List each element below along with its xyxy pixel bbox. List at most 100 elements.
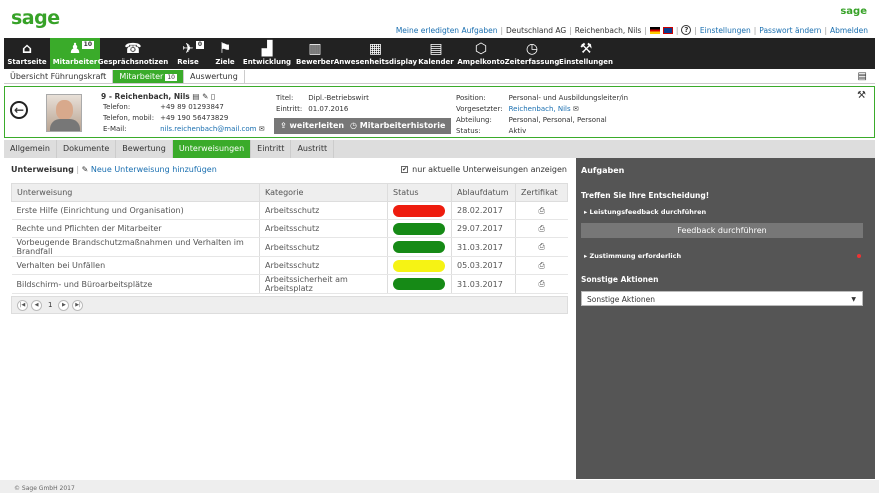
print-icon[interactable]: ▤ <box>858 71 867 82</box>
table-row[interactable]: Bildschirm- und Büroarbeitsplätze Arbeits… <box>11 274 568 294</box>
sub-tabs: Übersicht Führungskraft Mitarbeiter 10 Au… <box>4 70 875 84</box>
back-icon[interactable]: ← <box>10 101 28 119</box>
consent-item[interactable]: ▸ Zustimmung erforderlich <box>584 252 681 260</box>
books-icon: ▥ <box>308 41 322 57</box>
supervisor-label: Vorgesetzter: <box>456 105 503 113</box>
position-label: Position: <box>456 94 486 102</box>
pagination: |◀ ◀ 1 ▶ ▶| <box>11 296 568 314</box>
nav-einstellungen[interactable]: ⚒ Einstellungen <box>559 38 613 69</box>
sage-logo[interactable]: sage <box>11 7 60 29</box>
certificate-icon[interactable]: ⎙ <box>515 274 568 294</box>
employee-header: ← 9 - Reichenbach, Nils ▤ ✎ ▯ Telefon: +4… <box>4 86 875 138</box>
only-current-checkbox[interactable]: ✔ <box>401 166 409 173</box>
phone-label: Telefon: <box>103 103 131 111</box>
contact-info: 9 - Reichenbach, Nils ▤ ✎ ▯ Telefon: +49 … <box>101 92 271 136</box>
add-instruction-link[interactable]: Neue Unterweisung hinzufügen <box>91 165 217 174</box>
done-tasks-link[interactable]: Meine erledigten Aufgaben <box>396 26 498 35</box>
top-bar: sage sage Meine erledigten Aufgaben | Deu… <box>0 0 879 38</box>
nav-bewerber[interactable]: ▥ Bewerber <box>294 38 336 69</box>
column-header[interactable]: Unterweisung <box>11 183 260 202</box>
change-password-link[interactable]: Passwort ändern <box>759 26 821 35</box>
certificate-icon[interactable]: ⎙ <box>515 256 568 275</box>
nav-ampelkonto[interactable]: ⬡ Ampelkonto <box>457 38 505 69</box>
uk-flag-icon[interactable] <box>662 26 673 34</box>
table-row[interactable]: Verhalten bei Unfällen Arbeitsschutz 05.03… <box>11 256 568 275</box>
status-indicator <box>393 241 445 253</box>
nav-kalender[interactable]: ▤ Kalender <box>415 38 457 69</box>
wrench-icon: ⚒ <box>579 41 593 57</box>
feedback-item[interactable]: ▸ Leistungsfeedback durchführen <box>584 208 706 216</box>
tab-dokumente[interactable]: Dokumente <box>57 140 117 158</box>
edit-icon[interactable]: ✎ <box>202 92 208 101</box>
tab-allgemein[interactable]: Allgemein <box>4 140 57 158</box>
feedback-button[interactable]: Feedback durchführen <box>581 223 863 238</box>
forward-label: weiterleiten <box>289 121 345 130</box>
email-link[interactable]: nils.reichenbach@mail.com <box>160 125 256 133</box>
tab-eintritt[interactable]: Eintritt <box>251 140 292 158</box>
tab-austritt[interactable]: Austritt <box>291 140 335 158</box>
first-page-icon[interactable]: |◀ <box>17 299 28 311</box>
column-header[interactable]: Zertifikat <box>515 183 568 202</box>
settings-link[interactable]: Einstellungen <box>700 26 751 35</box>
column-header[interactable]: Kategorie <box>259 183 388 202</box>
add-icon[interactable]: ✎ <box>82 165 89 174</box>
alert-dot-icon <box>857 254 861 258</box>
next-page-icon[interactable]: ▶ <box>58 299 70 311</box>
row-name: Rechte und Pflichten der Mitarbeiter <box>11 219 260 238</box>
nav-zeiterfassung[interactable]: ◷ Zeiterfassung <box>505 38 560 69</box>
last-page-icon[interactable]: ▶| <box>72 299 84 311</box>
certificate-icon[interactable]: ⎙ <box>515 219 568 238</box>
nav-entwicklung[interactable]: ▟ Entwicklung <box>240 38 294 69</box>
certificate-icon[interactable]: ⎙ <box>515 201 568 220</box>
sage-logo-small: sage <box>840 6 867 17</box>
history-button[interactable]: ◷ Mitarbeiterhistorie <box>344 118 452 134</box>
forward-button[interactable]: ⇪ weiterleiten <box>274 118 351 134</box>
person-icon: ♟ <box>68 41 82 57</box>
other-actions-select[interactable]: Sonstige Aktionen ▼ <box>581 291 863 306</box>
nav-ziele[interactable]: ⚑ Ziele <box>210 38 240 69</box>
wrench-icon[interactable]: ⚒ <box>857 90 866 101</box>
phone-value: +49 89 01293847 <box>160 103 224 111</box>
table-row[interactable]: Rechte und Pflichten der Mitarbeiter Arbe… <box>11 219 568 238</box>
prev-page-icon[interactable]: ◀ <box>31 299 42 311</box>
german-flag-icon[interactable] <box>649 26 660 34</box>
supervisor-link[interactable]: Reichenbach, Nils <box>509 105 571 113</box>
only-current-filter[interactable]: ✔ nur aktuelle Unterweisungen anzeigen <box>401 165 567 174</box>
tab-label: Mitarbeiter <box>119 72 164 81</box>
tab-bewertung[interactable]: Bewertung <box>116 140 173 158</box>
avatar <box>46 94 82 132</box>
mail-icon[interactable]: ✉ <box>573 105 579 113</box>
section-title: Unterweisung <box>11 165 74 174</box>
row-name: Verhalten bei Unfällen <box>11 256 260 275</box>
tasks-title: Aufgaben <box>581 166 625 175</box>
grid-icon: ▦ <box>368 41 383 57</box>
nav-startseite[interactable]: ⌂ Startseite <box>4 38 50 69</box>
nav-anwesenheitsdisplay[interactable]: ▦ Anwesenheitsdisplay <box>334 38 417 69</box>
tab-uebersicht[interactable]: Übersicht Führungskraft <box>4 70 114 83</box>
nav-reise[interactable]: 0 ✈ Reise <box>166 38 210 69</box>
row-date: 29.07.2017 <box>451 219 516 238</box>
tab-mitarbeiter[interactable]: Mitarbeiter 10 <box>113 70 184 83</box>
mail-icon[interactable]: ✉ <box>259 125 265 133</box>
nav-label: Ziele <box>215 58 235 66</box>
table-row[interactable]: Erste Hilfe (Einrichtung und Organisatio… <box>11 201 568 220</box>
column-header[interactable]: Status <box>387 183 452 202</box>
nav-mitarbeiter[interactable]: 10 ♟ Mitarbeiter <box>50 38 100 69</box>
table-row[interactable]: Vorbeugende Brandschutzmaßnahmen und Ver… <box>11 237 568 257</box>
certificate-icon[interactable]: ⎙ <box>515 237 568 257</box>
column-header[interactable]: Ablaufdatum <box>451 183 516 202</box>
tasks-sidebar: Aufgaben Treffen Sie Ihre Entscheidung! … <box>576 158 875 479</box>
tab-unterweisungen[interactable]: Unterweisungen <box>172 140 252 158</box>
home-icon: ⌂ <box>21 41 33 57</box>
tab-badge: 10 <box>165 74 177 81</box>
document-icon[interactable]: ▤ <box>192 92 199 101</box>
row-category: Arbeitsschutz <box>259 201 388 220</box>
file-icon[interactable]: ▯ <box>211 92 215 101</box>
row-name: Vorbeugende Brandschutzmaßnahmen und Ver… <box>11 237 260 257</box>
help-icon[interactable]: ? <box>681 25 692 35</box>
tab-auswertung[interactable]: Auswertung <box>184 70 245 83</box>
logout-link[interactable]: Abmelden <box>830 26 868 35</box>
nav-gespraechsnotizen[interactable]: ☎ Gesprächsnotizen <box>98 38 169 69</box>
department-label: Abteilung: <box>456 116 492 124</box>
row-date: 28.02.2017 <box>451 201 516 220</box>
